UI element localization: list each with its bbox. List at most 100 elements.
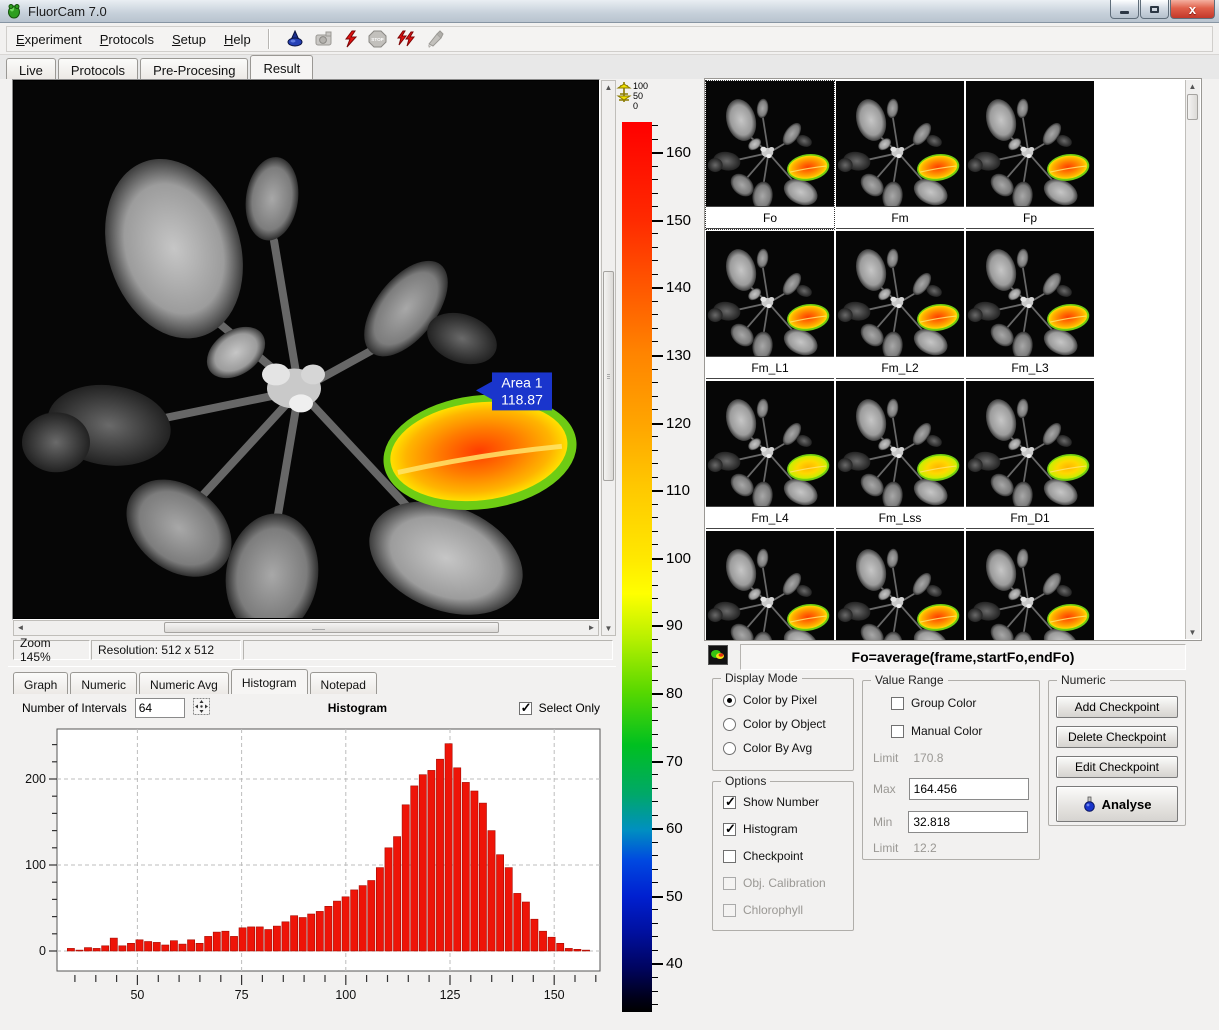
scroll-up-icon[interactable]: ▲ [1186, 80, 1199, 93]
checkbox-histogram[interactable]: Histogram [723, 822, 798, 836]
tab-result[interactable]: Result [250, 55, 313, 79]
thumbnail-label: Fo [706, 206, 834, 229]
formula-bar[interactable]: Fo=average(frame,startFo,endFo) [740, 644, 1186, 670]
thumbnail-fm-d1[interactable]: Fm_D1 [966, 381, 1094, 529]
thumbnail-partial[interactable] [706, 531, 834, 640]
plant-image [836, 231, 964, 356]
colorbar-minor-tick [652, 274, 658, 275]
analyse-button[interactable]: Analyse [1056, 786, 1178, 822]
histogram-bar [548, 937, 555, 951]
select-only-checkbox[interactable] [519, 702, 532, 715]
radio-color-by-avg[interactable]: Color By Avg [723, 741, 812, 755]
histogram-bar [359, 886, 366, 951]
image-vertical-scrollbar[interactable]: ▲ ▼ [601, 80, 616, 636]
menu-experiment[interactable]: Experiment [7, 28, 91, 51]
thumbnail-partial[interactable] [836, 531, 964, 640]
thumbnail-fo[interactable]: Fo [706, 81, 834, 229]
thumbnail-fm-l3[interactable]: Fm_L3 [966, 231, 1094, 379]
radio-icon[interactable] [723, 742, 736, 755]
menu-help[interactable]: Help [215, 28, 260, 51]
histogram-bar [145, 942, 152, 952]
main-fluorescence-image[interactable]: Area 1 118.87 [12, 79, 600, 620]
svg-text:STOP: STOP [371, 37, 383, 42]
image-horizontal-scrollbar[interactable]: ◄ ► [13, 620, 599, 636]
move-icon[interactable] [193, 698, 210, 718]
menu-setup[interactable]: Setup [163, 28, 215, 51]
min-input[interactable] [908, 811, 1028, 833]
histogram-bar [394, 837, 401, 951]
colorbar-minor-tick [652, 977, 658, 978]
tab-protocols[interactable]: Protocols [58, 58, 138, 79]
checkbox-icon[interactable] [723, 850, 736, 863]
thumbnail-fm-l4[interactable]: Fm_L4 [706, 381, 834, 529]
lightning-icon[interactable] [343, 30, 359, 48]
colorbar-tick-label: 50 [666, 888, 683, 905]
colorbar-minor-tick [652, 747, 658, 748]
tab-live[interactable]: Live [6, 58, 56, 79]
main-tab-bar: LiveProtocolsPre-ProcesingResult [6, 55, 1213, 79]
titlebar[interactable]: FluorCam 7.0 x [0, 0, 1219, 23]
colorbar-minor-tick [652, 598, 658, 599]
colorbar-tick [652, 625, 663, 627]
spray-disabled-icon[interactable] [425, 30, 444, 48]
checkbox-manual-color[interactable]: Manual Color [891, 724, 982, 738]
max-input[interactable] [909, 778, 1029, 800]
delete-checkpoint-button[interactable]: Delete Checkpoint [1056, 726, 1178, 748]
double-lightning-icon[interactable] [396, 30, 416, 48]
checkbox-show-number[interactable]: Show Number [723, 795, 819, 809]
thumbnail-fm-l1[interactable]: Fm_L1 [706, 231, 834, 379]
svg-text:50: 50 [633, 91, 643, 101]
scroll-down-icon[interactable]: ▼ [602, 622, 615, 635]
radio-icon[interactable] [723, 718, 736, 731]
thumbnail-fp[interactable]: Fp [966, 81, 1094, 229]
maximize-button[interactable] [1140, 0, 1169, 19]
thumbnail-fm-lss[interactable]: Fm_Lss [836, 381, 964, 529]
histogram-bar [385, 848, 392, 951]
blue-hat-icon[interactable] [285, 30, 305, 48]
histogram-bar [368, 881, 375, 952]
radio-color-by-object[interactable]: Color by Object [723, 717, 826, 731]
colorbar-tick [652, 287, 663, 289]
minimize-button[interactable] [1110, 0, 1139, 19]
intervals-input[interactable] [135, 698, 185, 718]
add-checkpoint-button[interactable]: Add Checkpoint [1056, 696, 1178, 718]
checkbox-icon[interactable] [723, 823, 736, 836]
radio-icon[interactable] [723, 694, 736, 707]
tab-pre-procesing[interactable]: Pre-Procesing [140, 58, 248, 79]
thumbnail-scrollbar[interactable]: ▲ ▼ [1185, 80, 1200, 639]
tab-graph[interactable]: Graph [13, 672, 68, 694]
stop-sign-icon[interactable]: STOP [368, 30, 387, 48]
scroll-right-icon[interactable]: ► [585, 621, 598, 634]
thumbnail-fm-l2[interactable]: Fm_L2 [836, 231, 964, 379]
thumbnail-fm[interactable]: Fm [836, 81, 964, 229]
colorbar-minor-tick [652, 396, 658, 397]
menu-protocols[interactable]: Protocols [91, 28, 163, 51]
edit-checkpoint-button[interactable]: Edit Checkpoint [1056, 756, 1178, 778]
tab-histogram[interactable]: Histogram [231, 669, 308, 694]
camera-disabled-icon[interactable] [314, 30, 334, 48]
checkbox-icon[interactable] [891, 697, 904, 710]
tab-numeric-avg[interactable]: Numeric Avg [139, 672, 229, 694]
plant-image [966, 531, 1094, 640]
checkbox-group-color[interactable]: Group Color [891, 696, 976, 710]
scroll-down-icon[interactable]: ▼ [1186, 626, 1199, 639]
intervals-label: Number of Intervals [22, 701, 127, 715]
checkbox-icon[interactable] [891, 725, 904, 738]
formula-thumbnail-icon[interactable] [708, 645, 728, 665]
colorbar-tick [652, 558, 663, 560]
checkbox-icon[interactable] [723, 796, 736, 809]
scroll-up-icon[interactable]: ▲ [602, 81, 615, 94]
tab-numeric[interactable]: Numeric [70, 672, 137, 694]
histogram-bar [479, 803, 486, 951]
scroll-left-icon[interactable]: ◄ [14, 621, 27, 634]
thumbnail-partial[interactable] [966, 531, 1094, 640]
radio-color-by-pixel[interactable]: Color by Pixel [723, 693, 817, 707]
histogram-bar [248, 927, 255, 951]
plant-image [836, 81, 964, 206]
tab-notepad[interactable]: Notepad [310, 672, 377, 694]
scale-calibration-icon[interactable]: 100 50 0 [616, 80, 656, 117]
checkbox-checkpoint[interactable]: Checkpoint [723, 849, 803, 863]
select-only-option[interactable]: Select Only [519, 701, 600, 715]
histogram-bar [351, 890, 358, 951]
close-button[interactable]: x [1170, 0, 1215, 19]
